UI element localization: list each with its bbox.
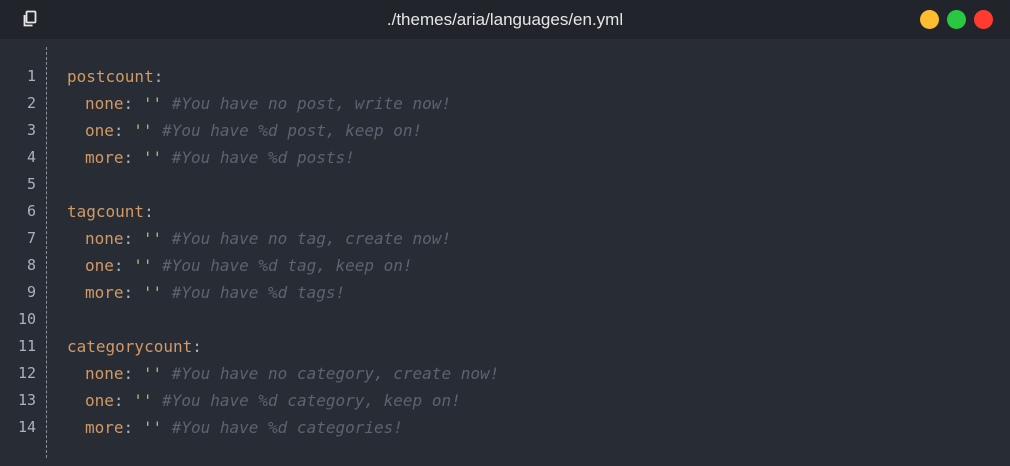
yaml-key: tagcount: [67, 202, 145, 221]
code-line: none: '' #You have no tag, create now!: [67, 225, 499, 252]
comment: #You have no category, create now!: [171, 364, 500, 383]
line-number: 8: [26, 256, 36, 274]
yaml-key: none: [85, 94, 124, 113]
yaml-key: none: [85, 364, 124, 383]
file-path-title: ./themes/aria/languages/en.yml: [386, 10, 624, 29]
string-value: '': [133, 121, 153, 140]
comment: #You have %d category, keep on!: [162, 391, 461, 410]
colon: :: [123, 418, 134, 437]
code-window: ./themes/aria/languages/en.yml 123456789…: [0, 0, 1010, 466]
colon: :: [123, 283, 134, 302]
comment: #You have no tag, create now!: [171, 229, 452, 248]
comment: #You have no post, write now!: [171, 94, 452, 113]
line-number: 10: [17, 310, 36, 328]
string-value: '': [142, 148, 163, 167]
yaml-key: none: [85, 229, 124, 248]
colon: :: [113, 256, 124, 275]
yaml-key: categorycount: [67, 337, 193, 356]
code-line: none: '' #You have no post, write now!: [67, 90, 499, 117]
string-value: '': [133, 391, 153, 410]
code-lines: postcount: none: '' #You have no post, wr…: [67, 63, 499, 441]
string-value: '': [142, 283, 163, 302]
code-line: one: '' #You have %d tag, keep on!: [67, 252, 499, 279]
colon: :: [123, 148, 134, 167]
code-line: more: '' #You have %d tags!: [67, 279, 499, 306]
comment: #You have %d post, keep on!: [162, 121, 423, 140]
line-number: 5: [26, 175, 36, 193]
line-number: 1: [26, 67, 36, 85]
line-number: 4: [26, 148, 36, 166]
line-number-gutter: 1 2 3 4 5 6 7 8 9 10 11 12 13 14: [0, 47, 47, 458]
code-line: categorycount:: [67, 333, 499, 360]
line-number: 12: [17, 364, 36, 382]
code-line: none: '' #You have no category, create n…: [67, 360, 499, 387]
code-line: more: '' #You have %d categories!: [67, 414, 499, 441]
colon: :: [123, 94, 134, 113]
comment: #You have %d tags!: [171, 283, 346, 302]
line-number: 6: [26, 202, 36, 220]
code-line: postcount:: [67, 63, 499, 90]
yaml-key: postcount: [67, 67, 154, 86]
yaml-key: one: [85, 391, 114, 410]
string-value: '': [142, 94, 163, 113]
title-bar: ./themes/aria/languages/en.yml: [0, 0, 1010, 39]
colon: :: [144, 202, 154, 221]
code-line: more: '' #You have %d posts!: [67, 144, 499, 171]
string-value: '': [142, 418, 163, 437]
colon: :: [123, 364, 134, 383]
code-line: tagcount:: [67, 198, 499, 225]
maximize-button[interactable]: [947, 10, 966, 29]
line-number: 13: [17, 391, 36, 409]
code-line: one: '' #You have %d post, keep on!: [67, 117, 499, 144]
colon: :: [153, 67, 164, 86]
line-number: 11: [17, 337, 36, 355]
line-number: 3: [26, 121, 36, 139]
yaml-key: one: [85, 121, 114, 140]
window-controls: [920, 10, 993, 29]
string-value: '': [133, 256, 153, 275]
comment: #You have %d tag, keep on!: [162, 256, 413, 275]
code-area: 1 2 3 4 5 6 7 8 9 10 11 12 13 14 postcount: none: '' #…: [0, 39, 1010, 466]
minimize-button[interactable]: [920, 10, 939, 29]
line-number: 7: [26, 229, 36, 247]
line-number: 9: [26, 283, 36, 301]
colon: :: [113, 121, 124, 140]
yaml-key: more: [85, 283, 124, 302]
yaml-key: more: [85, 148, 124, 167]
line-number: 2: [26, 94, 36, 112]
colon: :: [123, 229, 134, 248]
line-number: 14: [17, 418, 36, 436]
string-value: '': [142, 229, 163, 248]
colon: :: [192, 337, 202, 356]
string-value: '': [142, 364, 163, 383]
colon: :: [113, 391, 124, 410]
yaml-key: more: [85, 418, 124, 437]
close-button[interactable]: [974, 10, 993, 29]
comment: #You have %d posts!: [171, 148, 355, 167]
comment: #You have %d categories!: [171, 418, 403, 437]
yaml-key: one: [85, 256, 114, 275]
code-line: one: '' #You have %d category, keep on!: [67, 387, 499, 414]
